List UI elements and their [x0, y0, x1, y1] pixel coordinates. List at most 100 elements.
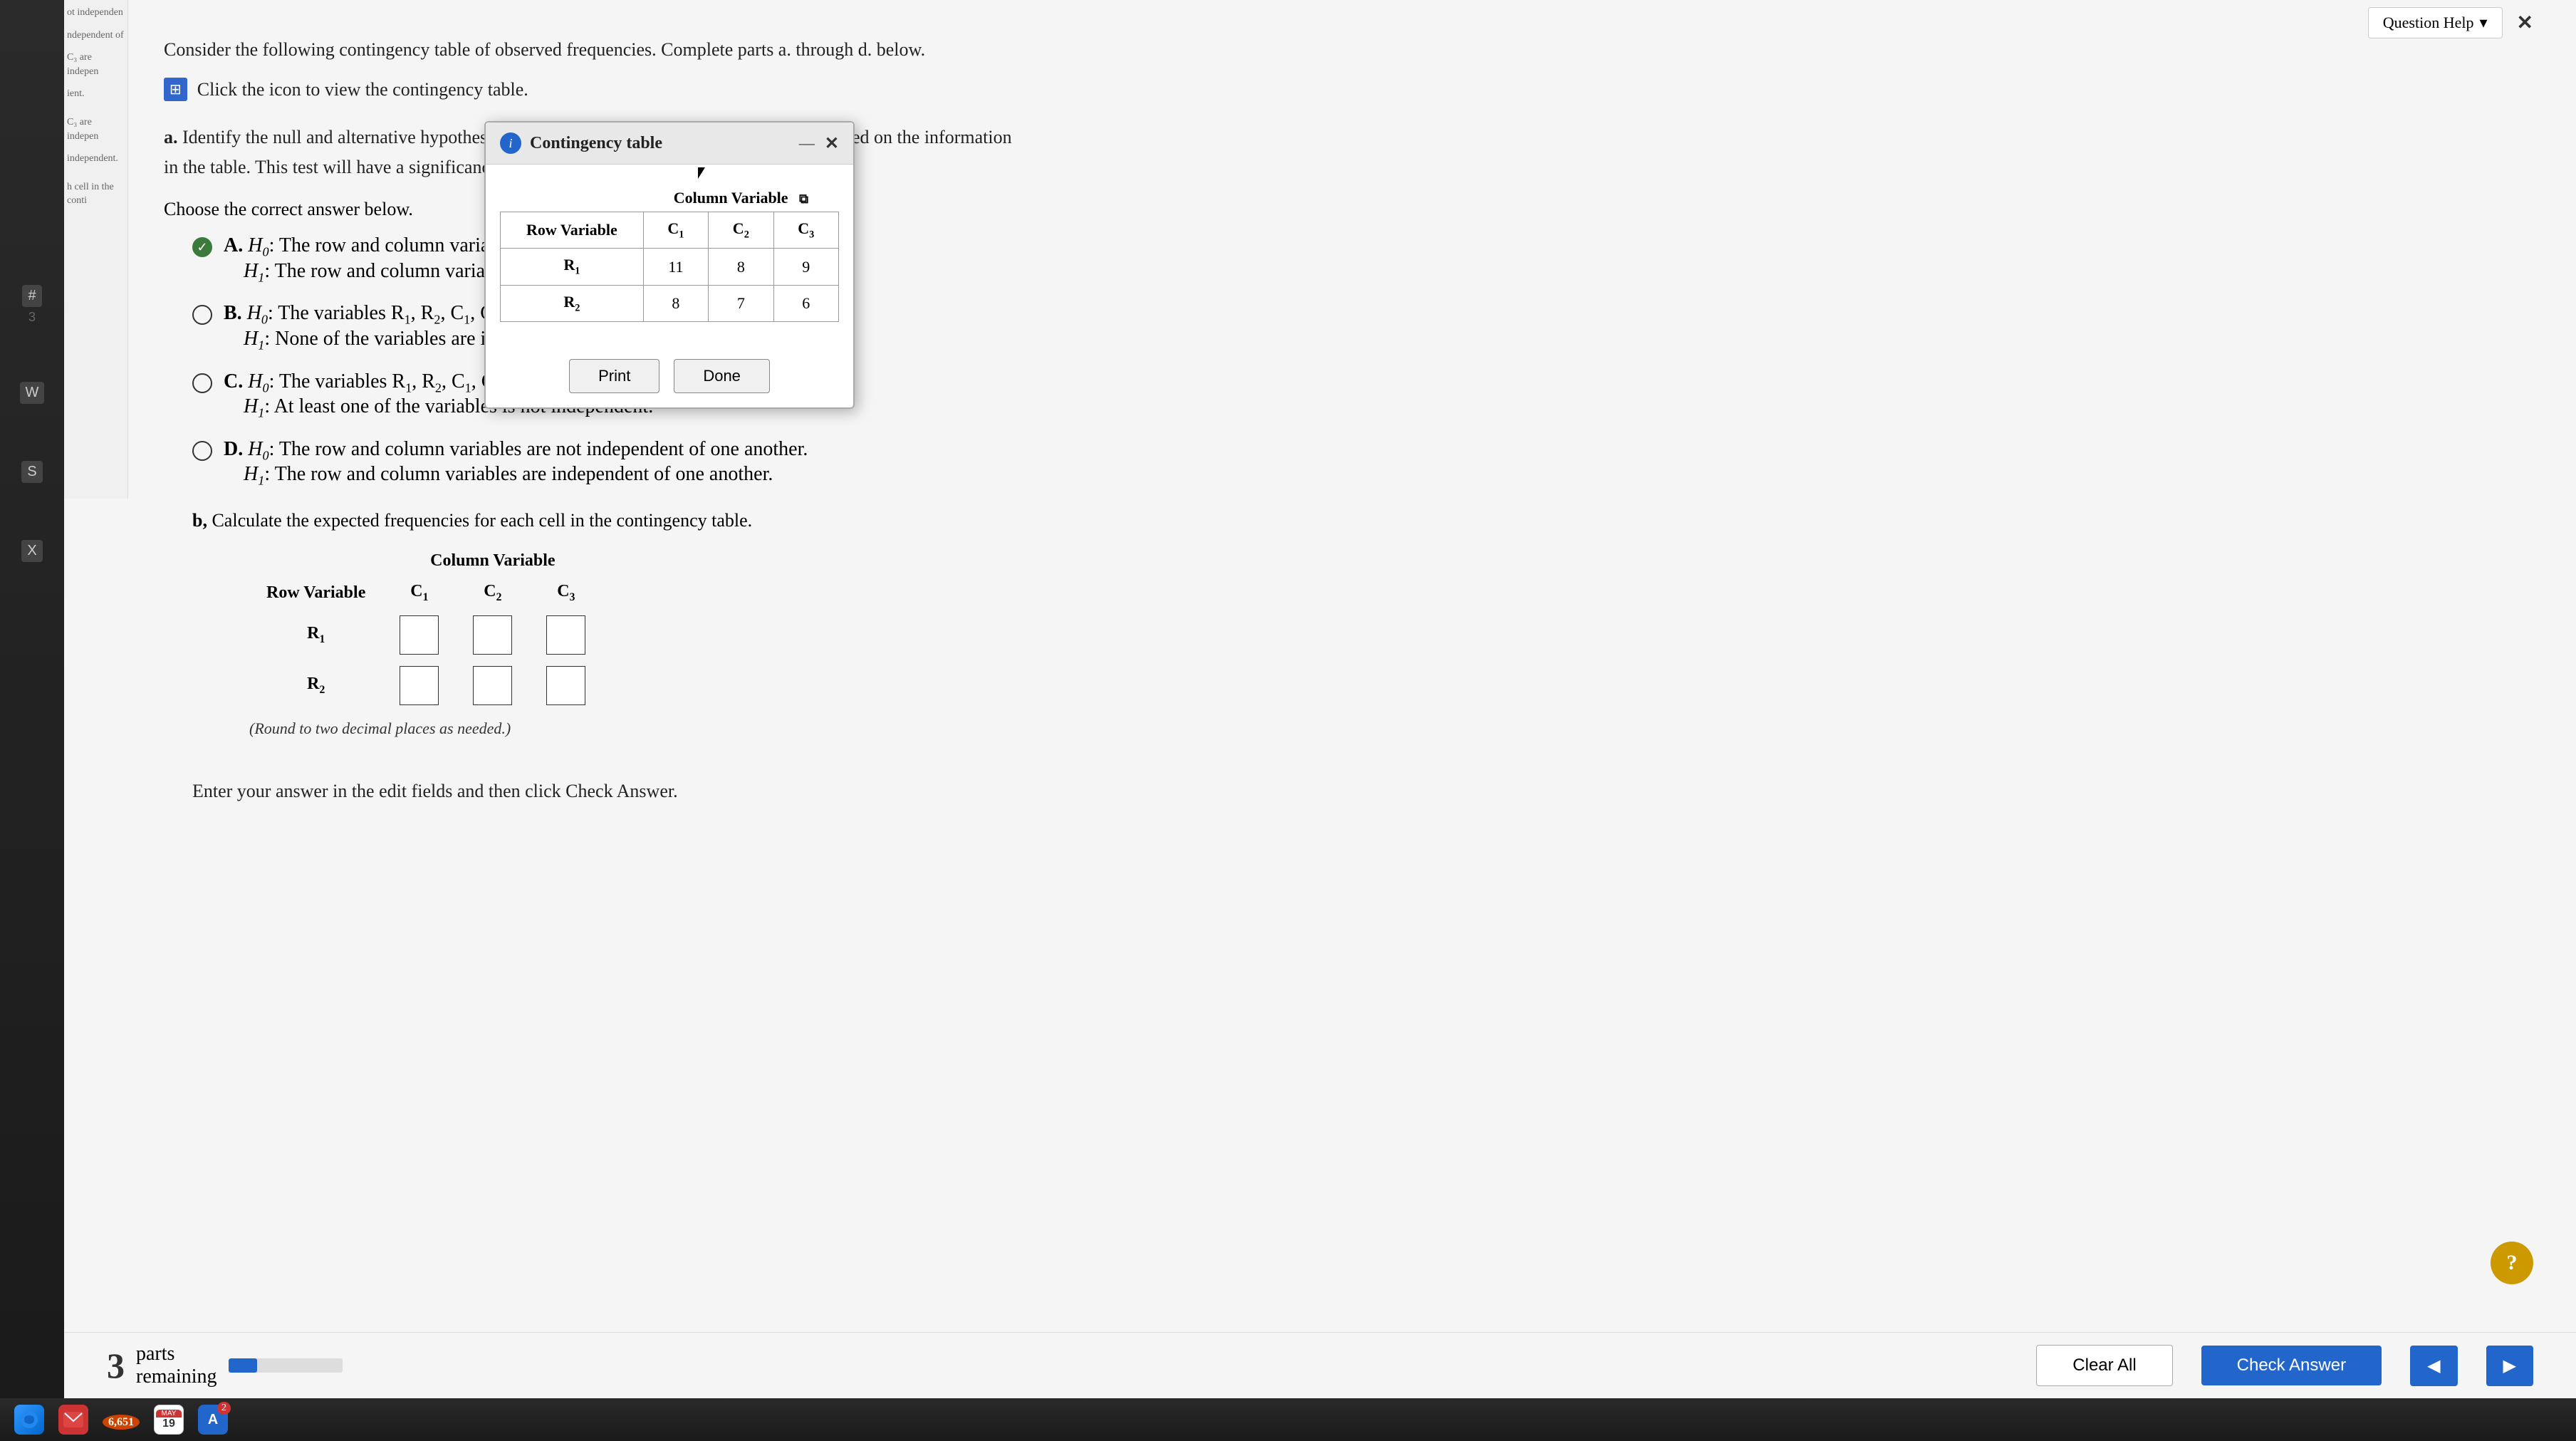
- chevron-down-icon: ▾: [2479, 14, 2487, 32]
- taskbar-item-finder[interactable]: [14, 1405, 44, 1435]
- table-row-r1: R1: [249, 610, 603, 660]
- modal-close-btn[interactable]: ✕: [825, 133, 839, 154]
- row-r1-label: R1: [249, 610, 382, 660]
- app-badge: 2: [217, 1402, 231, 1415]
- help-button[interactable]: ?: [2491, 1242, 2533, 1284]
- keyboard-sidebar: # 3 W S X: [0, 0, 64, 1441]
- question-help-label: Question Help: [2383, 14, 2474, 32]
- expected-table: Column Variable Row Variable C1 C2 C3: [249, 546, 603, 711]
- problem-statement: Consider the following contingency table…: [164, 36, 2533, 63]
- enter-answer-text: Enter your answer in the edit fields and…: [192, 781, 2533, 802]
- radio-c[interactable]: [192, 373, 212, 393]
- sidebar-hints: ot independen ndependent of C₃ are indep…: [64, 0, 128, 499]
- mail-icon: [58, 1405, 88, 1435]
- part-b: b, Calculate the expected frequencies fo…: [192, 510, 2533, 738]
- print-button[interactable]: Print: [569, 359, 659, 393]
- modal-r1-c2-val: 8: [709, 249, 773, 285]
- parts-label-line1: parts: [136, 1343, 217, 1365]
- cell-r1-c2: [456, 610, 529, 660]
- modal-controls: — ✕: [799, 133, 839, 154]
- modal-r2-c1-val: 8: [643, 285, 708, 321]
- info-icon: i: [500, 132, 521, 154]
- input-r2-c1[interactable]: [400, 666, 439, 705]
- modal-row-r1: R1 11 8 9: [501, 249, 839, 285]
- modal-col-c1: C1: [643, 212, 708, 249]
- key-x: X: [21, 540, 42, 562]
- col-c1-header: C1: [382, 576, 456, 610]
- progress-bar: [229, 1358, 343, 1373]
- taskbar-item-mail[interactable]: [58, 1405, 88, 1435]
- input-r1-c1[interactable]: [400, 615, 439, 655]
- question-help-dropdown[interactable]: Question Help ▾: [2368, 7, 2503, 38]
- clear-all-button[interactable]: Clear All: [2036, 1345, 2172, 1386]
- cell-r1-c1: [382, 610, 456, 660]
- parts-label-line2: remaining: [136, 1365, 217, 1388]
- parts-label-block: parts remaining: [136, 1343, 217, 1388]
- modal-body: Column Variable ⧉ Row Variable C1 C2 C3 …: [486, 165, 853, 348]
- contingency-table-modal: i Contingency table — ✕ Column Variable …: [484, 121, 855, 409]
- choice-d-text: D. H0: The row and column variables are …: [224, 438, 808, 489]
- table-row-r2: R2: [249, 660, 603, 711]
- modal-r2-c3-val: 6: [773, 285, 838, 321]
- key-w: W: [20, 382, 45, 404]
- enter-answer-area: Enter your answer in the edit fields and…: [192, 781, 2533, 802]
- key-hash: # 3: [22, 285, 41, 325]
- col-c2-header: C2: [456, 576, 529, 610]
- top-right-controls: Question Help ▾ ✕: [2368, 7, 2533, 38]
- input-r1-c3[interactable]: [546, 615, 585, 655]
- modal-r1-label: R1: [501, 249, 644, 285]
- modal-r1-c3-val: 9: [773, 249, 838, 285]
- modal-col-c2: C2: [709, 212, 773, 249]
- progress-bar-fill: [229, 1358, 257, 1373]
- modal-footer: Print Done: [486, 348, 853, 407]
- cell-r2-c1: [382, 660, 456, 711]
- choice-d: D. H0: The row and column variables are …: [192, 438, 2533, 489]
- click-icon-line: ⊞ Click the icon to view the contingency…: [164, 78, 2533, 101]
- click-icon-text[interactable]: Click the icon to view the contingency t…: [197, 79, 528, 100]
- input-r1-c2[interactable]: [473, 615, 512, 655]
- key-s: S: [21, 461, 42, 483]
- parts-remaining-section: 3 parts remaining: [107, 1343, 343, 1388]
- taskbar-item-calendar[interactable]: MAY 19: [154, 1405, 184, 1435]
- done-button[interactable]: Done: [674, 359, 770, 393]
- input-r2-c2[interactable]: [473, 666, 512, 705]
- modal-row-var-label: Row Variable: [501, 212, 644, 249]
- modal-row-r2: R2 8 7 6: [501, 285, 839, 321]
- main-content: Question Help ▾ ✕ Consider the following…: [64, 0, 2576, 1441]
- col-c3-header: C3: [529, 576, 603, 610]
- finder-icon: [14, 1405, 44, 1435]
- radio-b[interactable]: [192, 305, 212, 325]
- close-icon[interactable]: ✕: [2517, 11, 2533, 35]
- bottom-toolbar: 3 parts remaining Clear All Check Answer…: [64, 1332, 2576, 1398]
- modal-r1-c1-val: 11: [643, 249, 708, 285]
- badge-6651: 6,651: [103, 1415, 140, 1430]
- radio-a[interactable]: [192, 237, 212, 257]
- calendar-icon: MAY 19: [154, 1405, 184, 1435]
- row-r2-label: R2: [249, 660, 382, 711]
- modal-col-var-label: Column Variable: [674, 189, 788, 207]
- modal-minimize-btn[interactable]: —: [799, 134, 815, 152]
- taskbar: 6,651 MAY 19 A 2: [0, 1398, 2576, 1441]
- modal-col-c3: C3: [773, 212, 838, 249]
- table-icon[interactable]: ⊞: [164, 78, 187, 101]
- input-r2-c3[interactable]: [546, 666, 585, 705]
- nav-next-button[interactable]: ▶: [2486, 1346, 2533, 1386]
- part-a-label: a.: [164, 127, 178, 147]
- nav-prev-button[interactable]: ◀: [2410, 1346, 2457, 1386]
- taskbar-item-app[interactable]: A 2: [198, 1405, 228, 1435]
- check-answer-button[interactable]: Check Answer: [2201, 1346, 2382, 1385]
- modal-header-left: i Contingency table: [500, 132, 662, 154]
- parts-number: 3: [107, 1345, 125, 1386]
- taskbar-item-badge-6651: 6,651: [103, 1408, 140, 1431]
- cell-r1-c3: [529, 610, 603, 660]
- round-note: (Round to two decimal places as needed.): [249, 719, 2533, 738]
- cell-r2-c2: [456, 660, 529, 711]
- modal-r2-c2-val: 7: [709, 285, 773, 321]
- modal-r2-label: R2: [501, 285, 644, 321]
- cell-r2-c3: [529, 660, 603, 711]
- radio-d[interactable]: [192, 441, 212, 461]
- modal-header: i Contingency table — ✕: [486, 123, 853, 165]
- part-b-title: b, Calculate the expected frequencies fo…: [192, 510, 2533, 531]
- modal-title: Contingency table: [530, 134, 662, 153]
- copy-icon[interactable]: ⧉: [799, 192, 808, 206]
